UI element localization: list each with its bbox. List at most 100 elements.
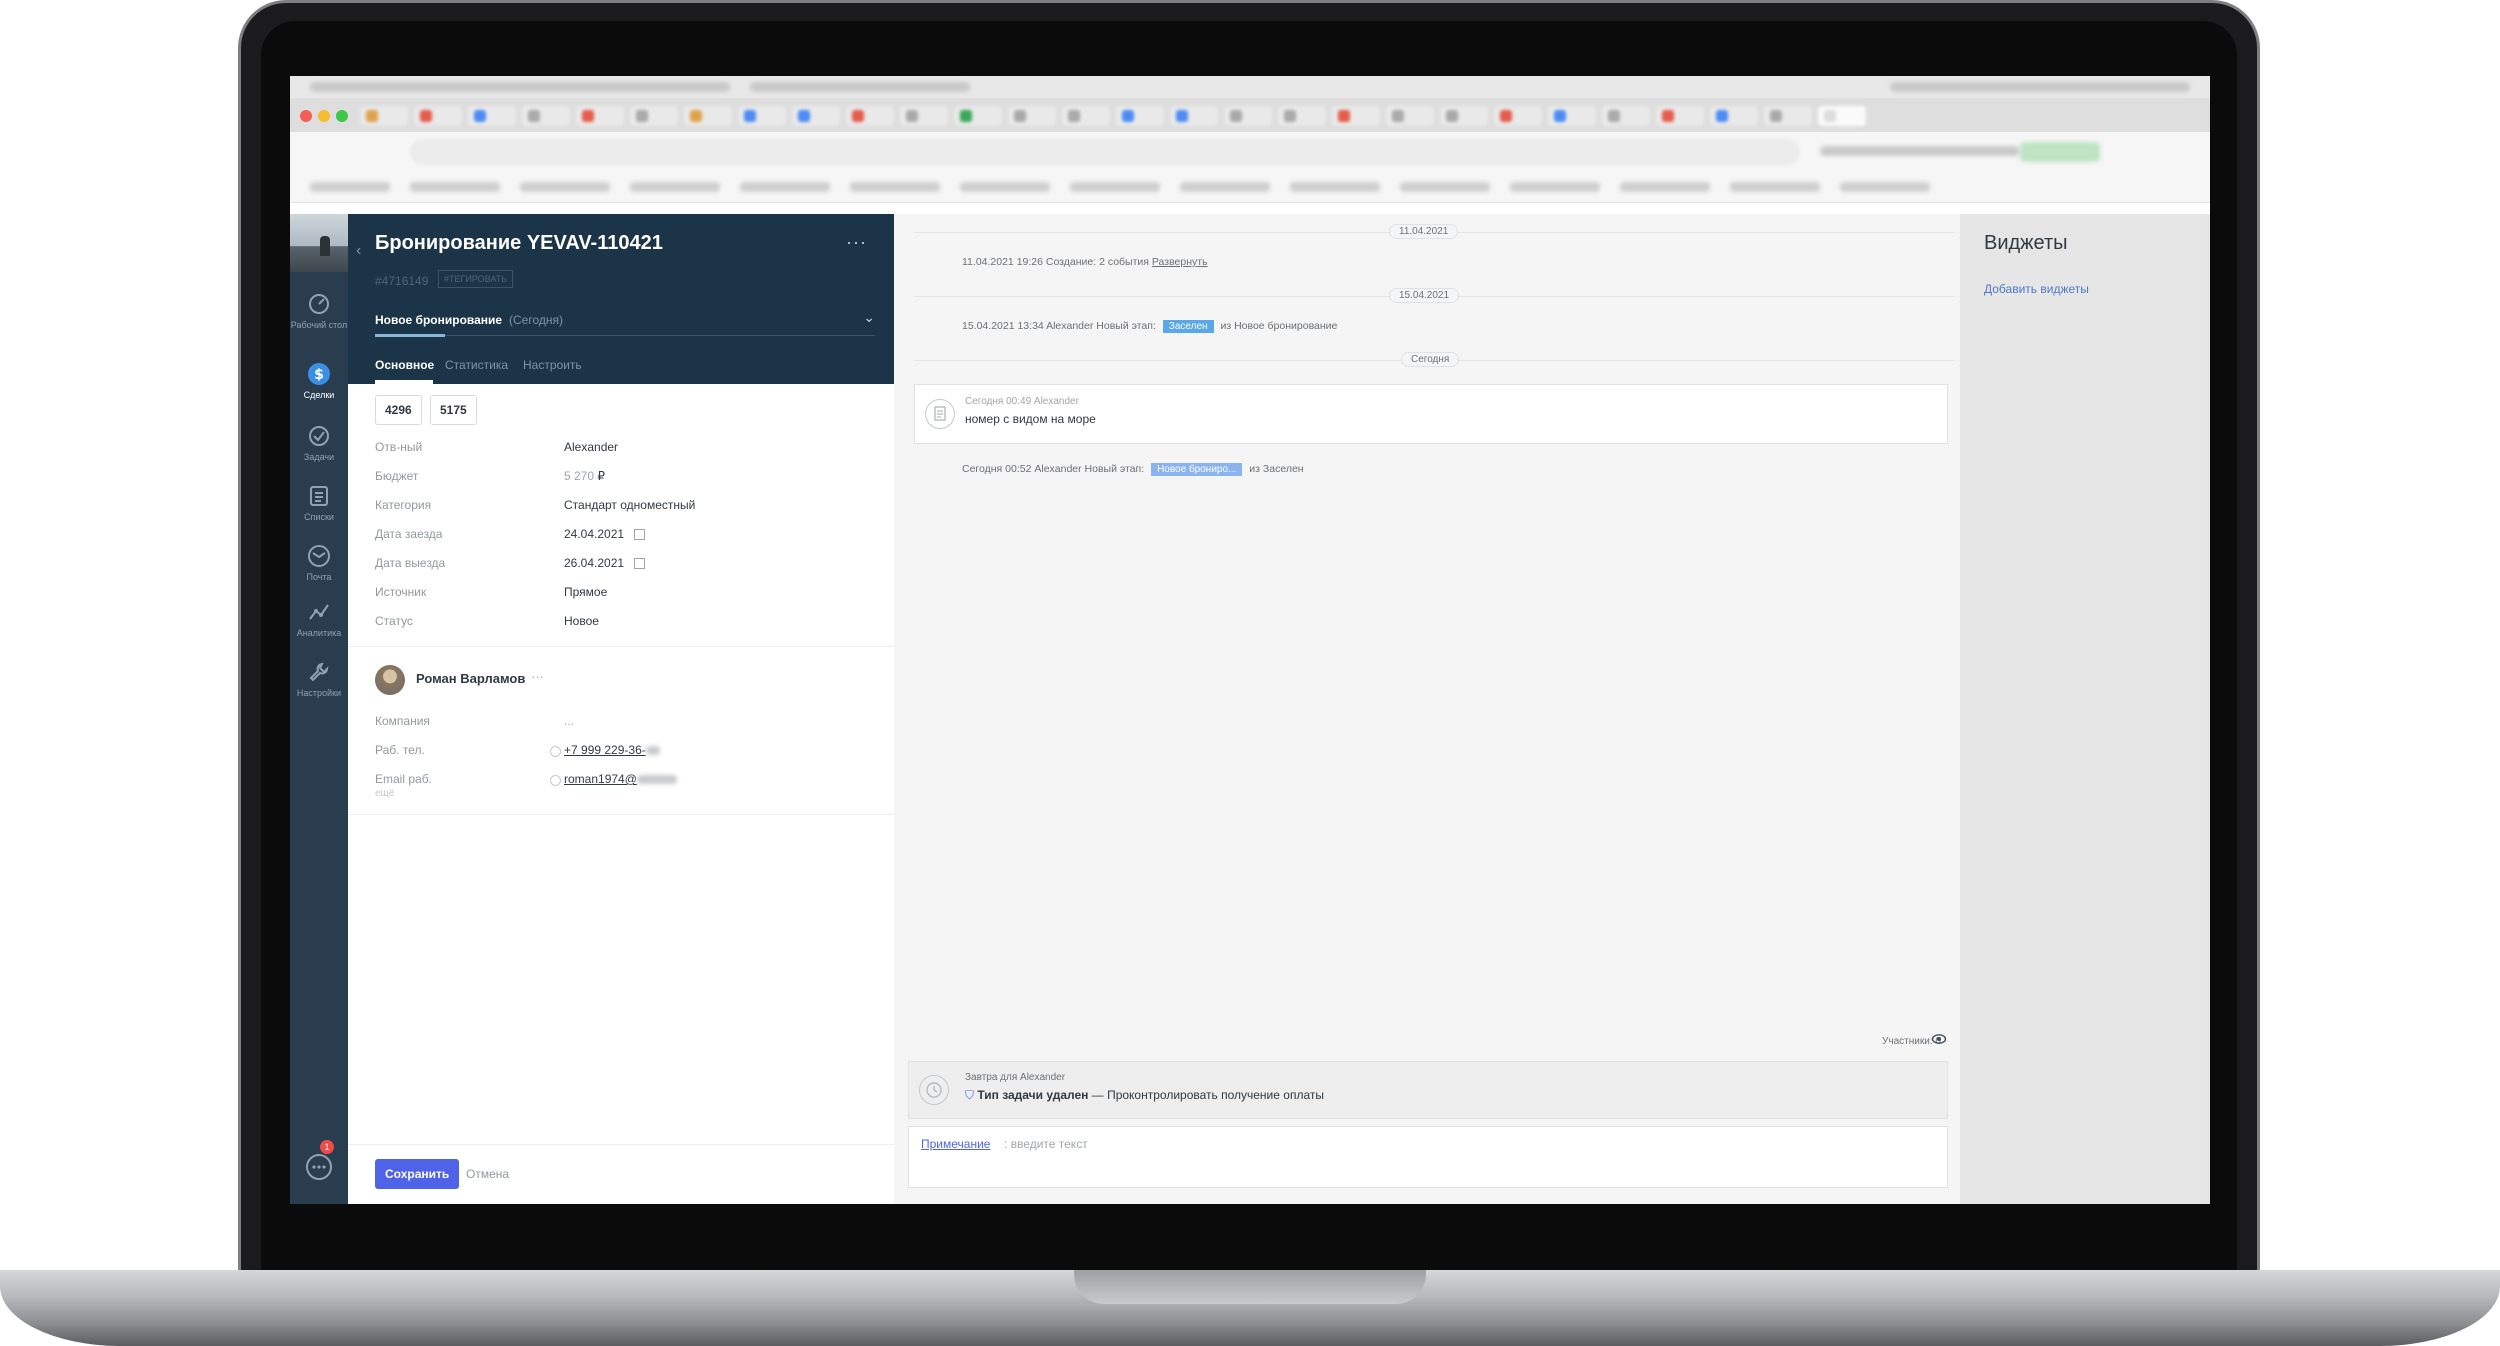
task-description: — Проконтролировать получение оплаты <box>1088 1088 1324 1102</box>
event-text: из Заселен <box>1249 463 1304 475</box>
tasks-icon <box>309 426 329 446</box>
field-value-category[interactable]: Стандарт одноместный <box>564 498 695 512</box>
nav-label: Сделки <box>303 390 335 400</box>
add-tag-button[interactable]: #ТЕГИРОВАТЬ <box>438 270 514 288</box>
stage-when: (Сегодня) <box>509 313 563 327</box>
lead-title[interactable]: Бронирование YEVAV-110421 <box>375 232 663 255</box>
note-text: номер с видом на море <box>965 412 1096 426</box>
feed-event-stage-change: Сегодня 00:52 Alexander Новый этап: Ново… <box>962 463 1304 476</box>
clock-icon <box>919 1075 949 1105</box>
nav-label: Аналитика <box>296 628 342 638</box>
feed-note[interactable]: Сегодня 00:49 Alexander номер с видом на… <box>914 384 1948 444</box>
activity-feed: 11.04.2021 11.04.2021 19:26 Создание: 2 … <box>894 214 1960 1204</box>
phone-number[interactable]: +7 999 229-36- <box>564 743 646 757</box>
address-bar[interactable] <box>410 139 1800 165</box>
note-input[interactable]: : введите текст <box>1004 1137 1088 1151</box>
browser-toolbar <box>290 132 2210 172</box>
calendar-icon <box>634 558 646 570</box>
shield-icon: ⛉ <box>965 1088 975 1102</box>
field-label-responsible: Отв-ный <box>375 440 423 454</box>
contact-name[interactable]: Роман Варламов <box>416 671 525 686</box>
nav-item-settings[interactable]: Настройки <box>290 660 348 698</box>
note-icon <box>925 399 955 429</box>
chat-button[interactable] <box>304 1152 334 1182</box>
settings-icon <box>309 662 329 682</box>
close-window-icon[interactable] <box>300 110 312 122</box>
nav-item-lists[interactable]: Списки <box>290 484 348 522</box>
field-label-category: Категория <box>375 498 432 512</box>
field-label-budget: Бюджет <box>375 469 419 483</box>
eye-icon[interactable] <box>1932 1034 1946 1044</box>
screen: Рабочий стол $ Сделки Задачи Списки Почт… <box>290 76 2210 1204</box>
nav-item-mail[interactable]: Почта <box>290 544 348 582</box>
tab-main[interactable]: Основное <box>375 358 434 372</box>
contact-avatar[interactable] <box>375 665 405 695</box>
field-pill[interactable]: 4296 <box>375 395 422 425</box>
field-value-work-email[interactable]: roman1974@ <box>564 772 677 786</box>
nav-item-dashboard[interactable]: Рабочий стол <box>290 292 348 330</box>
field-value-status[interactable]: Новое <box>564 614 599 628</box>
note-type-switch[interactable]: Примечание <box>921 1137 990 1151</box>
stage-label: Новое бронирование <box>375 313 503 327</box>
nav-item-deals[interactable]: $ Сделки <box>290 362 348 400</box>
tab-statistics[interactable]: Статистика <box>445 358 508 372</box>
chat-unread-badge: 1 <box>320 1140 334 1154</box>
field-label-checkout: Дата выезда <box>375 556 446 570</box>
lead-card-header: ‹ Бронирование YEVAV-110421 ··· #4716149… <box>348 214 894 384</box>
email-action-icon[interactable] <box>550 775 561 786</box>
save-button[interactable]: Сохранить <box>375 1159 460 1189</box>
active-tab-underline <box>375 380 433 384</box>
checkin-date: 24.04.2021 <box>564 527 625 541</box>
mail-icon <box>308 545 330 567</box>
calendar-icon <box>634 529 646 541</box>
laptop-notch <box>1074 1270 1426 1304</box>
nav-label: Настройки <box>296 688 342 698</box>
email-address[interactable]: roman1974@ <box>564 772 637 786</box>
lead-card: ‹ Бронирование YEVAV-110421 ··· #4716149… <box>348 214 894 1204</box>
back-arrow-icon[interactable]: ‹ <box>356 242 361 260</box>
expand-link[interactable]: Развернуть <box>1152 256 1208 268</box>
field-value-work-phone[interactable]: +7 999 229-36- <box>564 743 660 757</box>
widgets-panel: Виджеты Добавить виджеты <box>1960 214 2210 1204</box>
field-label-source: Источник <box>375 585 427 599</box>
field-pill[interactable]: 5175 <box>430 395 477 425</box>
contact-more-icon[interactable]: ··· <box>531 669 544 684</box>
nav-label: Списки <box>304 512 334 522</box>
date-separator: Сегодня <box>1401 352 1460 367</box>
event-text: Сегодня 00:52 Alexander Новый этап: <box>962 463 1145 475</box>
budget-amount: 5 270 <box>564 469 595 483</box>
phone-action-icon[interactable] <box>550 746 561 757</box>
nav-item-analytics[interactable]: Аналитика <box>290 600 348 638</box>
analytics-icon <box>309 604 329 620</box>
field-value-checkout[interactable]: 26.04.2021 <box>564 556 646 570</box>
field-label-work-phone: Раб. тел. <box>375 743 425 757</box>
currency-symbol: ₽ <box>597 469 606 483</box>
more-options-icon[interactable]: ··· <box>846 232 867 253</box>
dashboard-icon <box>309 294 329 314</box>
field-label-checkin: Дата заезда <box>375 527 443 541</box>
field-label-company: Компания <box>375 714 430 728</box>
tab-configure[interactable]: Настроить <box>523 358 582 372</box>
minimize-window-icon[interactable] <box>318 110 330 122</box>
field-value-responsible[interactable]: Alexander <box>564 440 618 454</box>
cancel-button[interactable]: Отмена <box>466 1159 509 1189</box>
redacted-text <box>636 775 677 785</box>
task-item[interactable]: Завтра для Alexander ⛉ Тип задачи удален… <box>908 1061 1948 1119</box>
field-label-status: Статус <box>375 614 413 628</box>
add-widgets-link[interactable]: Добавить виджеты <box>1984 282 2089 296</box>
maximize-window-icon[interactable] <box>336 110 348 122</box>
show-more-link[interactable]: ещё <box>375 788 394 799</box>
pipeline-stage-select[interactable]: Новое бронирование (Сегодня) ⌄ <box>375 309 875 336</box>
bookmarks-bar <box>290 172 2210 203</box>
note-composer[interactable]: Примечание : введите текст <box>908 1126 1948 1188</box>
field-value-company[interactable]: ... <box>564 714 574 728</box>
event-text: из Новое бронирование <box>1220 320 1338 332</box>
user-avatar[interactable] <box>290 214 348 272</box>
lists-icon <box>310 486 328 506</box>
nav-item-tasks[interactable]: Задачи <box>290 424 348 462</box>
field-value-budget[interactable]: 5 270 ₽ <box>564 469 605 483</box>
date-separator: 11.04.2021 <box>1389 224 1459 239</box>
field-value-source[interactable]: Прямое <box>564 585 607 599</box>
card-footer: Сохранить Отмена <box>348 1144 894 1204</box>
field-value-checkin[interactable]: 24.04.2021 <box>564 527 646 541</box>
